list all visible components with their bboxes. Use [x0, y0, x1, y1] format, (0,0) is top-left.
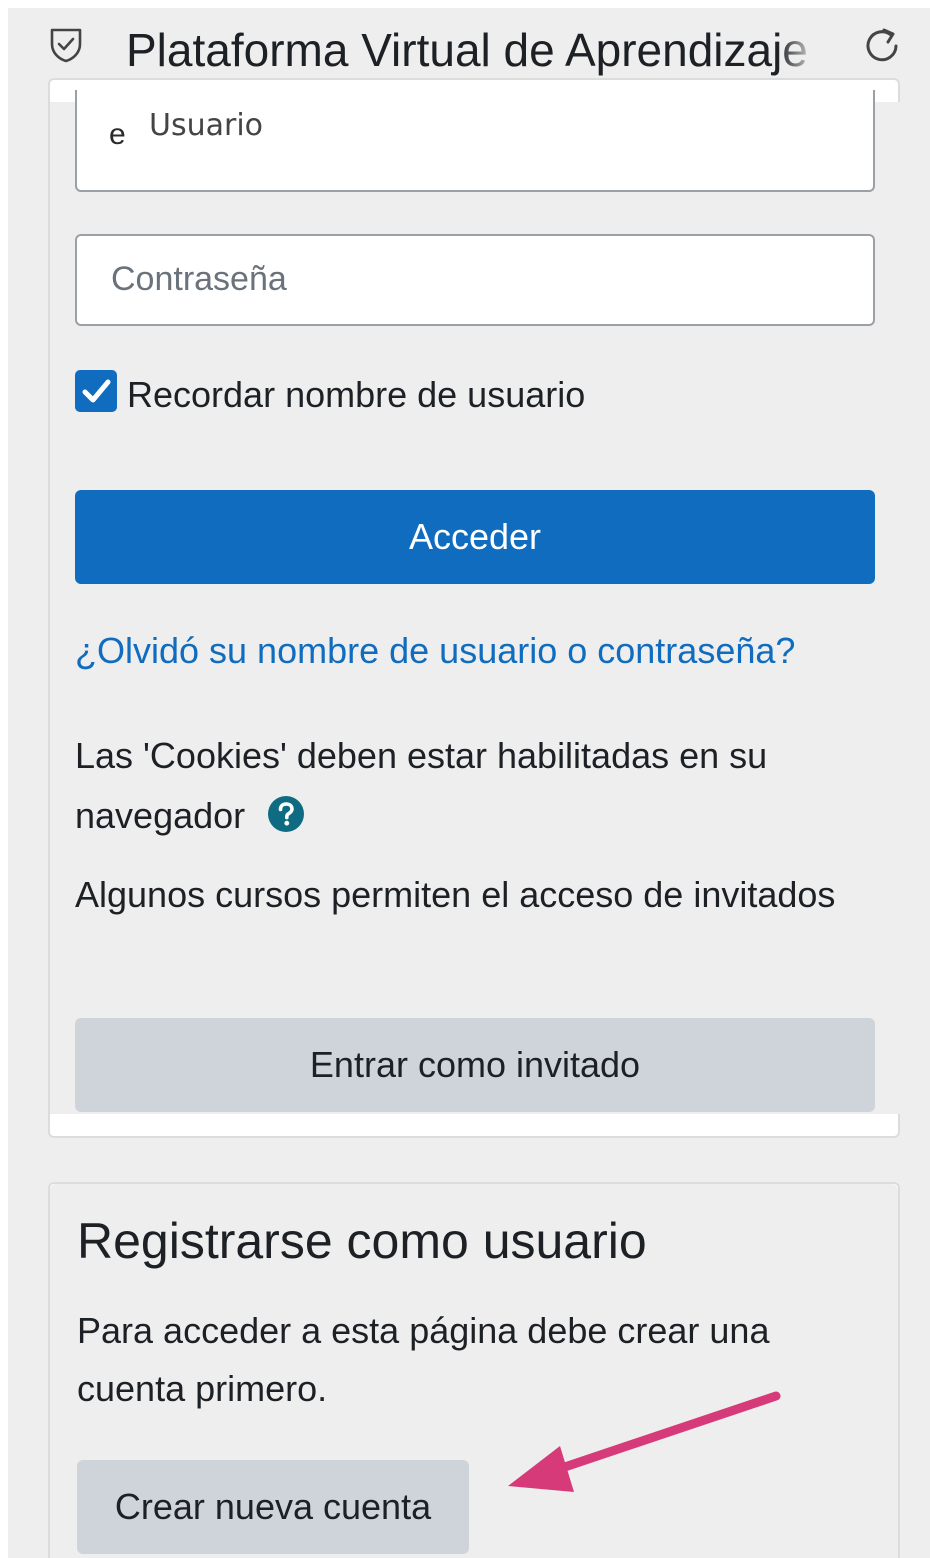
- guest-access-notice: Algunos cursos permiten el acceso de inv…: [75, 874, 836, 915]
- cookies-notice: Las 'Cookies' deben estar habilitadas en…: [75, 726, 855, 846]
- guest-login-button[interactable]: Entrar como invitado: [75, 1018, 875, 1112]
- username-prefix: e: [109, 118, 126, 151]
- title-fade: [778, 18, 828, 80]
- signup-title: Registrarse como usuario: [77, 1213, 647, 1269]
- reload-icon[interactable]: [860, 24, 904, 68]
- username-field[interactable]: e Usuario: [75, 90, 875, 192]
- remember-checkbox[interactable]: [75, 370, 117, 412]
- remember-label: Recordar nombre de usuario: [127, 374, 586, 415]
- create-account-button[interactable]: Crear nueva cuenta: [77, 1460, 469, 1554]
- password-field[interactable]: Contraseña: [75, 234, 875, 326]
- shield-check-icon[interactable]: [48, 26, 84, 64]
- cookies-notice-text: Las 'Cookies' deben estar habilitadas en…: [75, 735, 768, 836]
- login-button[interactable]: Acceder: [75, 490, 875, 584]
- question-circle-icon[interactable]: [267, 795, 305, 833]
- password-placeholder: Contraseña: [111, 260, 287, 298]
- pointer-arrow-icon: [508, 1391, 781, 1492]
- remember-username-row[interactable]: Recordar nombre de usuario: [75, 368, 775, 418]
- forgot-password-link[interactable]: ¿Olvidó su nombre de usuario o contraseñ…: [75, 630, 795, 672]
- checkmark-icon: [82, 379, 111, 403]
- username-label: Usuario: [149, 108, 264, 143]
- site-title: Plataforma Virtual de Aprendizaje: [126, 24, 808, 76]
- screen: Plataforma Virtual de Aprendizaje e Usua…: [8, 8, 930, 1558]
